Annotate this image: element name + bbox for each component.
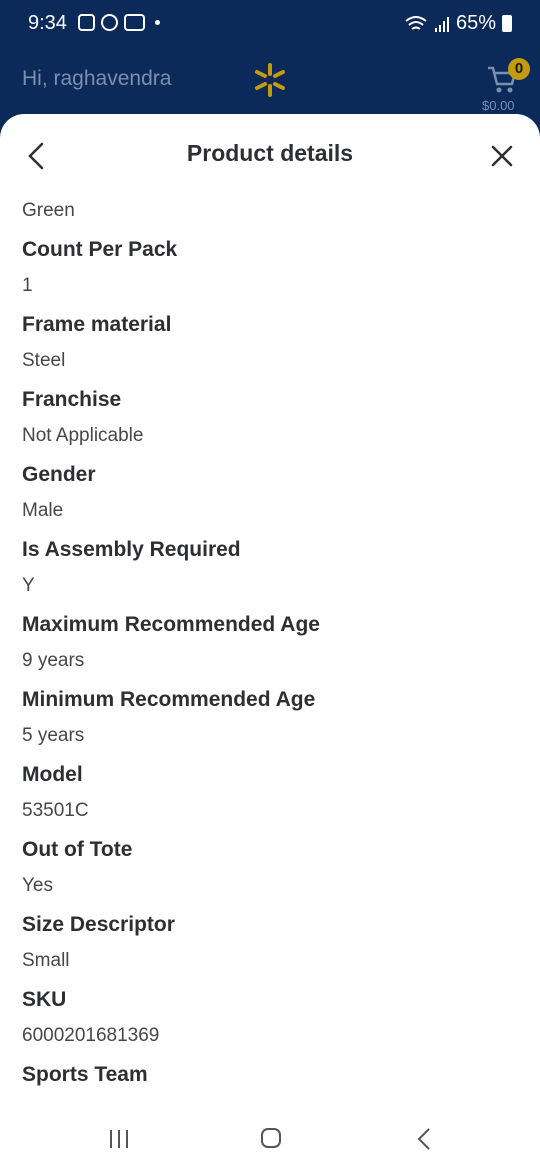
- youtube-icon: [124, 14, 145, 31]
- system-back-button[interactable]: [413, 1126, 437, 1152]
- detail-label: Franchise: [22, 388, 122, 411]
- sheet-title: Product details: [186, 140, 354, 166]
- detail-label: SKU: [22, 988, 67, 1011]
- walmart-spark-logo: [255, 63, 285, 97]
- detail-value: Y: [22, 575, 35, 596]
- detail-label: Count Per Pack: [22, 238, 178, 261]
- detail-value: 1: [22, 275, 33, 296]
- home-button[interactable]: [261, 1128, 281, 1148]
- detail-label: Frame material: [22, 313, 172, 336]
- detail-label: Model: [22, 763, 83, 786]
- status-bar: 9:34 65%: [0, 0, 540, 50]
- detail-value: 9 years: [22, 650, 85, 671]
- details-list: Green Count Per Pack 1 Frame material St…: [22, 196, 522, 1096]
- more-notifications-dot: [155, 20, 160, 25]
- battery-icon: [502, 15, 512, 32]
- product-details-sheet: Product details Green Count Per Pack 1 F…: [0, 114, 540, 1170]
- detail-value: Male: [22, 500, 64, 521]
- detail-value: Not Applicable: [22, 425, 144, 446]
- status-time: 9:34: [28, 12, 67, 34]
- notification-icon: [101, 14, 118, 31]
- detail-label: Is Assembly Required: [22, 538, 241, 561]
- detail-label: Maximum Recommended Age: [22, 613, 320, 636]
- wifi-icon: [405, 15, 427, 30]
- greeting-text: Hi, raghavendra: [22, 67, 172, 90]
- detail-value: 5 years: [22, 725, 85, 746]
- cart-count-badge: 0: [508, 58, 530, 80]
- detail-value: Yes: [22, 875, 53, 896]
- close-button[interactable]: [484, 138, 520, 174]
- detail-value: Green: [22, 200, 75, 221]
- detail-label: Minimum Recommended Age: [22, 688, 316, 711]
- gallery-icon: [78, 14, 95, 31]
- signal-icon: [434, 16, 449, 32]
- status-notification-icons: [78, 14, 160, 31]
- detail-label: Out of Tote: [22, 838, 133, 861]
- cart-button[interactable]: 0 $0.00: [482, 58, 532, 113]
- status-right: 65%: [404, 12, 512, 35]
- detail-value: 53501C: [22, 800, 89, 821]
- system-nav-bar: [0, 1110, 540, 1170]
- detail-label: Gender: [22, 463, 96, 486]
- recent-apps-button[interactable]: [110, 1130, 134, 1153]
- cart-total: $0.00: [482, 98, 515, 113]
- detail-value: Steel: [22, 350, 66, 371]
- battery-percent: 65%: [455, 12, 496, 34]
- detail-value: 6000201681369: [22, 1025, 160, 1046]
- app-header: Hi, raghavendra 0 $0.00: [0, 50, 540, 120]
- detail-label: Size Descriptor: [22, 913, 175, 936]
- close-icon: [491, 145, 513, 167]
- detail-label: Sports Team: [22, 1063, 148, 1086]
- detail-value: Small: [22, 950, 70, 971]
- chevron-left-icon: [417, 1128, 430, 1150]
